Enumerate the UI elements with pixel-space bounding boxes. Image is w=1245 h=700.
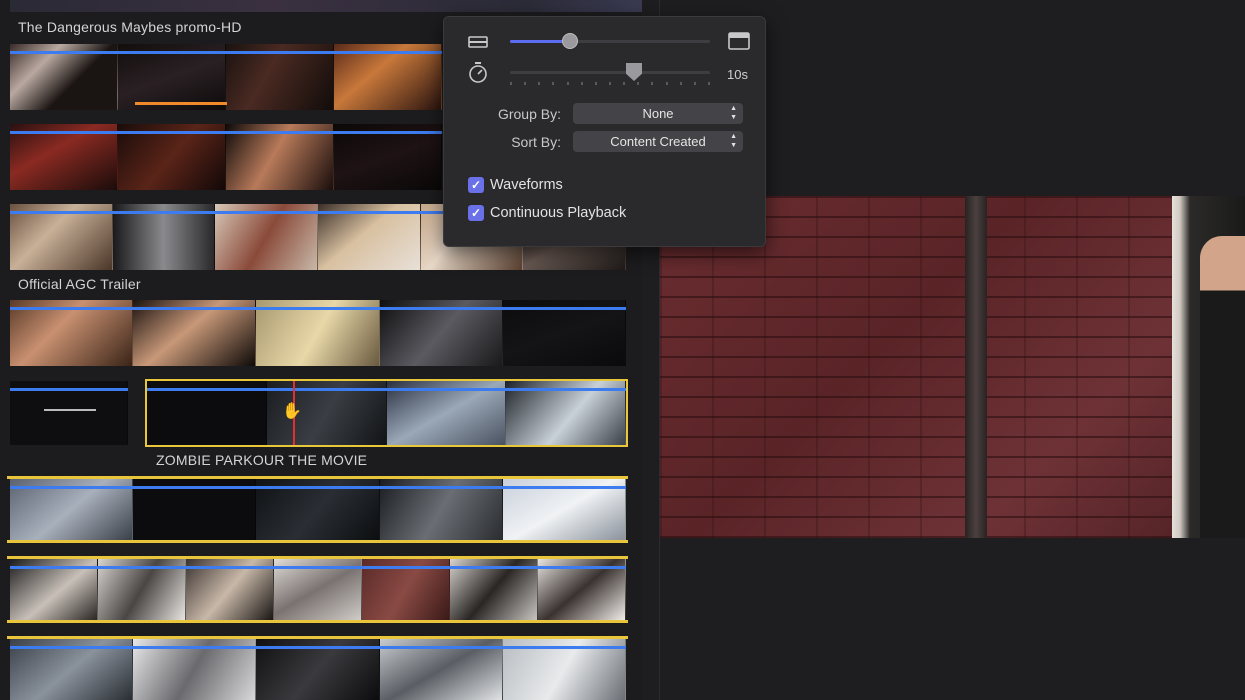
continuous-playback-label: Continuous Playback xyxy=(490,205,627,221)
filmstrip-small-icon[interactable] xyxy=(468,34,488,52)
clip-appearance-popover: 10s Group By: None ▲ ▼ Sort By: Content C… xyxy=(443,16,766,247)
continuous-playback-checkbox[interactable]: ✓ xyxy=(468,205,484,221)
duration-slider-knob[interactable] xyxy=(626,63,642,81)
sort-by-value: Content Created xyxy=(610,134,706,149)
duration-slider-track[interactable] xyxy=(510,71,710,74)
clip-filmstrip[interactable] xyxy=(10,559,626,620)
selected-clip-filmstrip[interactable]: ✋ xyxy=(145,379,628,447)
group-title-agc-trailer: Official AGC Trailer xyxy=(18,276,141,292)
clip-filmstrip[interactable] xyxy=(10,639,626,700)
waveforms-option[interactable]: ✓ Waveforms xyxy=(468,177,563,193)
filmstrip-large-icon[interactable] xyxy=(728,32,750,53)
audio-waveform-line xyxy=(10,51,442,54)
clip-height-slider-knob[interactable] xyxy=(562,33,578,49)
group-by-value: None xyxy=(642,106,674,121)
audio-waveform-line xyxy=(10,307,626,310)
clip-filmstrip[interactable] xyxy=(10,44,442,110)
range-selection-bar[interactable] xyxy=(7,620,628,623)
range-selection-bar[interactable] xyxy=(7,540,628,543)
group-title-zombie-parkour: ZOMBIE PARKOUR THE MOVIE xyxy=(156,452,368,468)
audio-waveform-line xyxy=(147,388,626,391)
checkmark-icon: ✓ xyxy=(470,178,482,192)
checkmark-icon: ✓ xyxy=(470,206,482,220)
continuous-playback-option[interactable]: ✓ Continuous Playback xyxy=(468,205,626,221)
updown-chevron-icon: ▲ ▼ xyxy=(730,105,737,121)
group-by-label: Group By: xyxy=(497,106,561,122)
hand-cursor-icon: ✋ xyxy=(282,403,302,420)
duration-value-label: 10s xyxy=(727,67,748,82)
audio-waveform-line xyxy=(10,486,626,489)
audio-waveform-line xyxy=(10,566,626,569)
group-title-dangerous-maybes: The Dangerous Maybes promo-HD xyxy=(18,19,242,35)
viewer-video-frame[interactable] xyxy=(660,196,1245,538)
sort-by-dropdown[interactable]: Content Created ▲ ▼ xyxy=(573,131,743,152)
clip-height-slider-fill xyxy=(510,40,570,43)
waveforms-label: Waveforms xyxy=(490,177,563,193)
audio-waveform-line xyxy=(10,646,626,649)
drain-pipe xyxy=(965,196,987,538)
updown-chevron-icon: ▲ ▼ xyxy=(730,133,737,149)
duration-slider-ticks xyxy=(510,82,710,85)
clip-filmstrip[interactable] xyxy=(10,479,626,540)
keyword-range-line xyxy=(135,102,227,105)
clip-filmstrip[interactable] xyxy=(10,124,442,190)
title-card-text xyxy=(44,409,96,411)
group-by-dropdown[interactable]: None ▲ ▼ xyxy=(573,103,743,124)
clip-filmstrip[interactable] xyxy=(10,381,128,445)
audio-waveform-line xyxy=(10,388,128,391)
clip-filmstrip[interactable] xyxy=(10,300,626,366)
waveforms-checkbox[interactable]: ✓ xyxy=(468,177,484,193)
person-figure xyxy=(1200,236,1245,538)
previous-clip-strip[interactable] xyxy=(10,0,642,12)
sort-by-label: Sort By: xyxy=(511,134,561,150)
stopwatch-icon xyxy=(468,61,488,86)
audio-waveform-line xyxy=(10,131,442,134)
